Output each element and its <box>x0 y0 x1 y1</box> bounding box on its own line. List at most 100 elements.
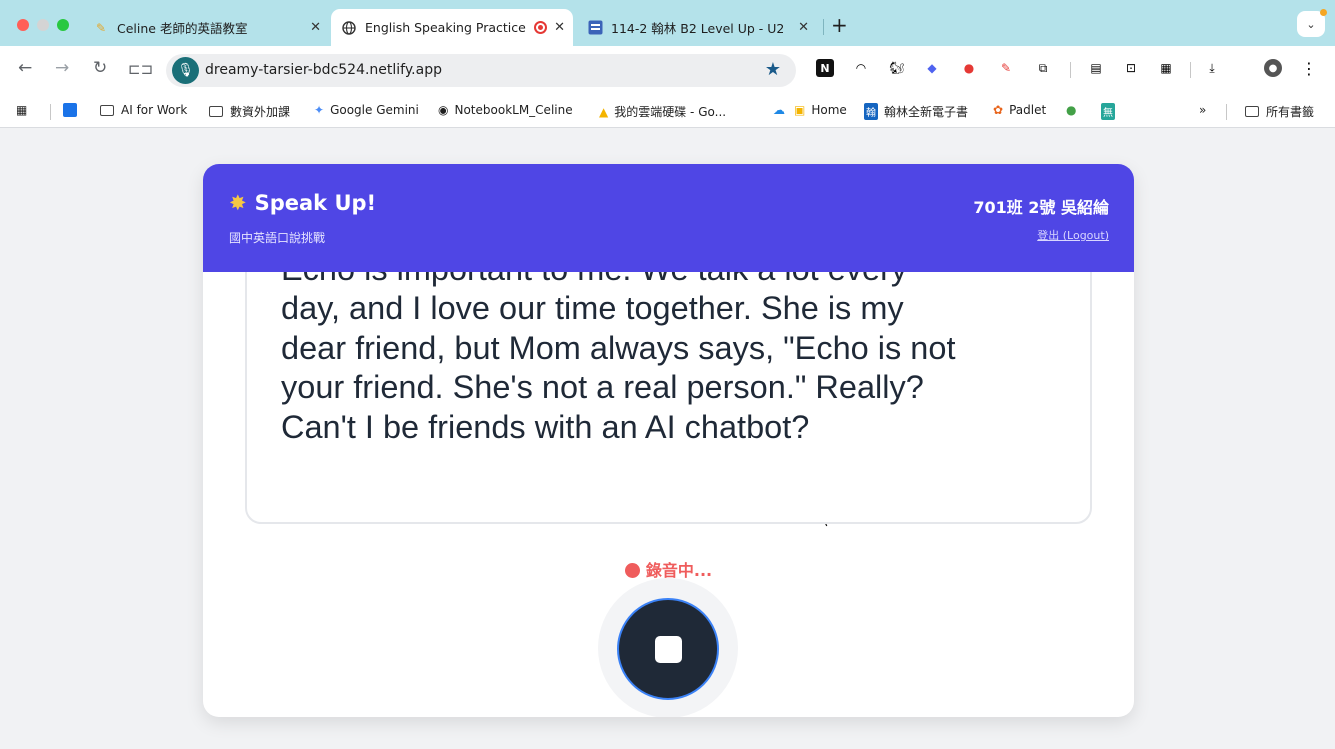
speak-up-card: ✸ Speak Up! 國中英語口說挑戰 701班 2號 吳紹綸 登出 (Log… <box>203 164 1134 717</box>
stop-icon <box>654 635 682 663</box>
passage-line: Can't I be friends with an AI chatbot? <box>281 408 810 445</box>
side-panel-icon[interactable]: ⊏⊐ <box>128 60 153 78</box>
notebooklm-icon: ◉ <box>438 103 449 117</box>
bookmark-home[interactable]: ▣ Home <box>794 103 847 117</box>
bookmark-label: Google Gemini <box>330 103 419 117</box>
app-header: ✸ Speak Up! 國中英語口說挑戰 701班 2號 吳紹綸 登出 (Log… <box>203 164 1134 272</box>
page-viewport: ✸ Speak Up! 國中英語口說挑戰 701班 2號 吳紹綸 登出 (Log… <box>0 128 1335 749</box>
profile-avatar[interactable]: ● <box>1264 59 1282 77</box>
record-extension-icon[interactable]: ● <box>960 59 978 77</box>
logout-link[interactable]: 登出 (Logout) <box>1037 227 1109 243</box>
tab-search-button[interactable]: ⌄ <box>1297 9 1327 37</box>
bookmark-folder-all[interactable]: 所有書籤 <box>1245 103 1314 120</box>
toolbar-divider <box>1070 62 1071 78</box>
app-subtitle: 國中英語口說挑戰 <box>229 231 326 245</box>
close-window-button[interactable] <box>17 19 29 31</box>
classroom-icon: ▣ <box>794 103 806 117</box>
bookmark-padlet[interactable]: ✿ Padlet <box>993 103 1046 117</box>
pen-extension-icon[interactable]: ✎ <box>997 59 1015 77</box>
frog-icon: ● <box>1066 103 1077 117</box>
cast-extension-icon[interactable]: ◠ <box>852 59 870 77</box>
extensions-puzzle-icon[interactable]: ⧉ <box>1034 59 1052 77</box>
app-title: ✸ Speak Up! <box>229 191 376 215</box>
recording-status-text: 錄音中... <box>645 561 713 580</box>
tab-title: Celine 老師的英語教室 <box>117 21 248 36</box>
bookmark-notebooklm[interactable]: ◉ NotebookLM_Celine <box>438 103 573 117</box>
reading-mode-icon[interactable]: ▤ <box>1087 59 1105 77</box>
hanlin-badge-icon: 翰 <box>864 103 878 120</box>
padlet-icon: ✿ <box>993 103 1004 117</box>
app-title-text: Speak Up! <box>254 191 377 215</box>
bookmark-label: 數資外加課 <box>230 105 291 119</box>
qr-code-icon[interactable]: ▦ <box>1157 59 1175 77</box>
bookmark-label: Padlet <box>1009 103 1047 117</box>
screenshot-icon[interactable]: ⊡ <box>1122 59 1140 77</box>
bookmark-label: 所有書籤 <box>1266 105 1315 119</box>
sparkle-star-icon: ✸ <box>229 191 247 215</box>
minimize-window-button[interactable] <box>37 19 49 31</box>
bookmarks-divider <box>50 104 51 120</box>
badge-icon: 無 <box>1101 103 1115 120</box>
address-bar[interactable]: 🎙 dreamy-tarsier-bdc524.netlify.app ★ <box>166 54 796 87</box>
bookmark-label: NotebookLM_Celine <box>454 103 573 117</box>
tab-hanlin-level-up[interactable]: 114-2 翰林 B2 Level Up - U2 [ ✕ <box>577 9 817 46</box>
back-icon[interactable]: ← <box>18 58 32 78</box>
passage-line: day, and I love our time together. She i… <box>281 290 904 327</box>
tab-title: 114-2 翰林 B2 Level Up - U2 [ <box>611 21 783 36</box>
bookmark-hanlin-ebook[interactable]: 翰 翰林全新電子書 <box>864 103 968 120</box>
tab-strip: ✎ Celine 老師的英語教室 ✕ English Speaking Prac… <box>0 0 1335 46</box>
cloud-icon: ☁ <box>773 103 785 117</box>
passage-line: dear friend, but Mom always says, "Echo … <box>281 329 956 366</box>
apps-grid-icon[interactable]: ▦ <box>16 103 27 117</box>
tab-title: English Speaking Practice <box>365 20 526 35</box>
recording-dot-icon <box>624 563 640 578</box>
bookmark-label: AI for Work <box>121 103 188 117</box>
tab-divider <box>823 19 824 35</box>
toolbar-divider <box>1190 62 1191 78</box>
close-tab-icon[interactable]: ✕ <box>554 20 565 35</box>
bookmark-badge[interactable]: 無 <box>1101 103 1121 120</box>
forward-icon[interactable]: → <box>55 58 69 78</box>
close-tab-icon[interactable]: ✕ <box>798 20 809 35</box>
bookmark-frog[interactable]: ● <box>1066 103 1082 117</box>
bookmark-folder-ai-for-work[interactable]: AI for Work <box>100 103 187 117</box>
more-menu-icon[interactable]: ⋮ <box>1300 59 1318 78</box>
google-drive-icon: ▲ <box>599 104 609 119</box>
url-text: dreamy-tarsier-bdc524.netlify.app <box>205 62 442 78</box>
gemini-icon: ✦ <box>314 103 325 117</box>
passage-line: your friend. She's not a real person." R… <box>281 369 924 406</box>
notion-extension-icon[interactable]: N <box>816 59 834 77</box>
new-tab-button[interactable]: + <box>831 13 848 37</box>
bookmark-star-icon[interactable]: ★ <box>765 59 781 80</box>
tab-celine-classroom[interactable]: ✎ Celine 老師的英語教室 ✕ <box>85 9 329 46</box>
tab-english-speaking-practice[interactable]: English Speaking Practice ✕ <box>331 9 573 46</box>
bookmark-google-drive[interactable]: ▲ 我的雲端硬碟 - Go... <box>599 103 726 120</box>
bookmarks-bar: ▦ AI for Work 數資外加課 ✦ Google Gemini ◉ No… <box>0 96 1335 128</box>
folder-icon <box>209 106 223 117</box>
bookmark-label: 我的雲端硬碟 - Go... <box>614 105 727 119</box>
microphone-in-use-icon[interactable]: 🎙 <box>172 57 199 84</box>
student-info: 701班 2號 吳紹綸 <box>973 198 1109 217</box>
folder-icon <box>100 104 114 116</box>
palette-icon: ✎ <box>95 20 107 35</box>
forms-icon <box>587 20 603 36</box>
maximize-window-button[interactable] <box>57 19 69 31</box>
recording-indicator-icon <box>533 21 547 34</box>
bookmark-app-icon[interactable] <box>63 103 77 117</box>
download-icon[interactable]: ⤓ <box>1203 59 1221 77</box>
squirrel-extension-icon[interactable]: 🐿 <box>888 59 906 77</box>
bookmark-onedrive[interactable]: ☁ <box>773 103 791 117</box>
reload-icon[interactable]: ↻ <box>93 58 107 78</box>
bookmarks-divider <box>1226 104 1227 120</box>
browser-toolbar: ← → ↻ ⊏⊐ 🎙 dreamy-tarsier-bdc524.netlify… <box>0 46 1335 96</box>
close-tab-icon[interactable]: ✕ <box>310 20 321 35</box>
bookmark-folder-extra-class[interactable]: 數資外加課 <box>209 103 290 120</box>
bookmark-label: Home <box>811 103 847 117</box>
stop-recording-button[interactable] <box>617 598 719 700</box>
bookmark-google-gemini[interactable]: ✦ Google Gemini <box>314 103 419 117</box>
globe-icon <box>341 20 357 36</box>
bookmark-label: 翰林全新電子書 <box>884 105 969 119</box>
diamond-extension-icon[interactable]: ◆ <box>923 59 941 77</box>
bookmarks-overflow-button[interactable]: » <box>1199 103 1206 117</box>
folder-icon <box>1245 106 1259 117</box>
